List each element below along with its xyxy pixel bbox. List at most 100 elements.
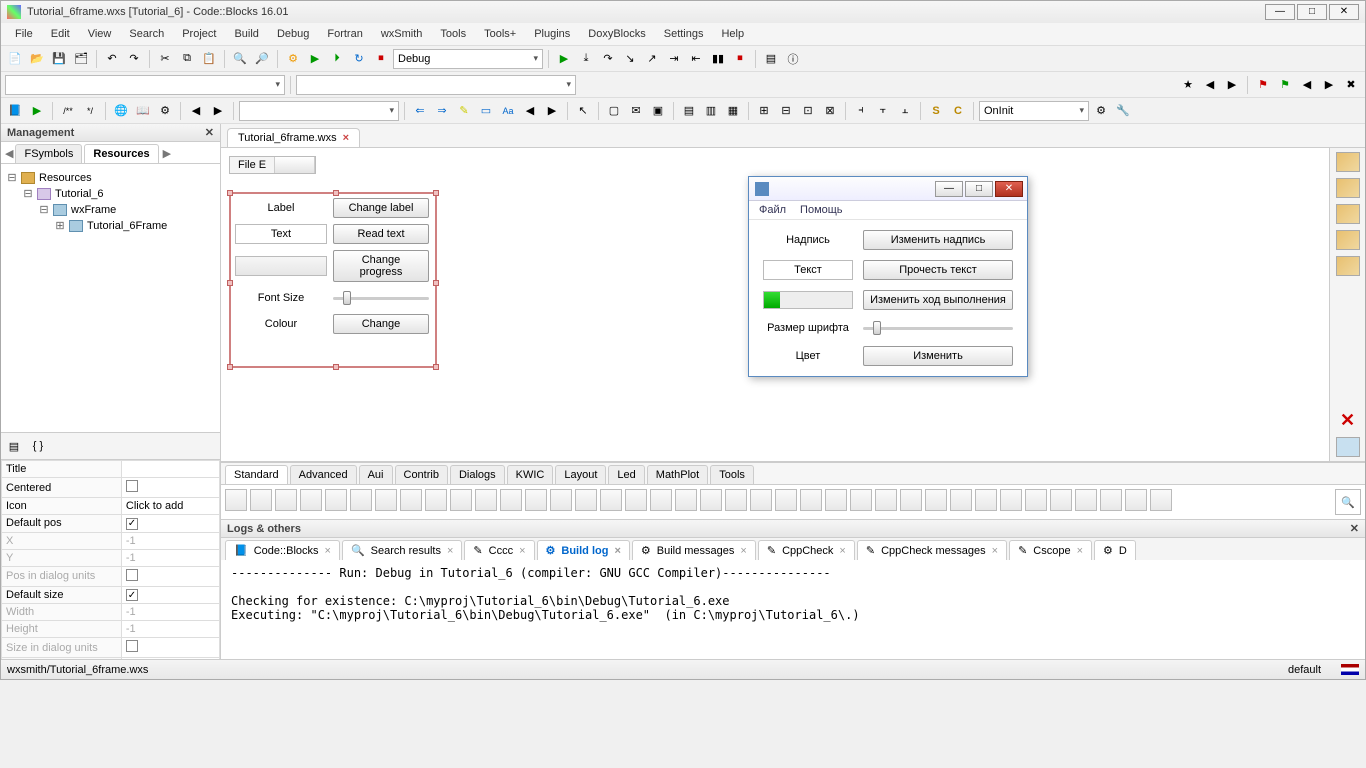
palette-widget-5[interactable] — [350, 489, 372, 511]
dock-tool4-icon[interactable] — [1336, 230, 1360, 250]
log-tab-buildmsg[interactable]: ⚙Build messages× — [632, 540, 756, 560]
prop-val[interactable]: ✓ — [121, 586, 219, 604]
designer-progress[interactable] — [235, 256, 327, 276]
find-icon[interactable]: 🔍 — [230, 49, 250, 69]
palette-widget-26[interactable] — [875, 489, 897, 511]
prop-key[interactable]: Width — [2, 604, 122, 621]
menu-edit[interactable]: Edit — [43, 25, 78, 43]
designer-label-font[interactable]: Font Size — [235, 288, 327, 308]
palette-tab-aui[interactable]: Aui — [359, 465, 393, 484]
align3-icon[interactable]: ⫠ — [895, 101, 915, 121]
designer-label-caption[interactable]: Label — [235, 198, 327, 218]
palette-widget-30[interactable] — [975, 489, 997, 511]
runtime-slider[interactable] — [863, 320, 1013, 336]
layout1-icon[interactable]: ▤ — [679, 101, 699, 121]
palette-widget-27[interactable] — [900, 489, 922, 511]
abort-icon[interactable]: ⏹ — [371, 49, 391, 69]
debug-windows-icon[interactable]: ▤ — [761, 49, 781, 69]
prop-val[interactable] — [121, 638, 219, 658]
palette-widget-14[interactable] — [575, 489, 597, 511]
log-tab-codeblocks[interactable]: 📘Code::Blocks× — [225, 540, 340, 560]
prop-key[interactable]: Default pos — [2, 515, 122, 533]
palette-widget-23[interactable] — [800, 489, 822, 511]
flag-clear-icon[interactable]: ✖ — [1341, 75, 1361, 95]
runtime-maximize-button[interactable]: □ — [965, 181, 993, 197]
flag-prev-icon[interactable]: ◀ — [1297, 75, 1317, 95]
prop-val[interactable]: Click to add — [121, 498, 219, 515]
grid4-icon[interactable]: ⊠ — [820, 101, 840, 121]
palette-widget-13[interactable] — [550, 489, 572, 511]
doxy-chm-icon[interactable]: 📖 — [133, 101, 153, 121]
select-icon[interactable]: ▭ — [476, 101, 496, 121]
layout3-icon[interactable]: ▦ — [723, 101, 743, 121]
arrow-right-icon[interactable]: ⇒ — [432, 101, 452, 121]
palette-widget-4[interactable] — [325, 489, 347, 511]
build-target-combo[interactable]: Debug — [393, 49, 543, 69]
log-output[interactable]: -------------- Run: Debug in Tutorial_6 … — [221, 560, 1365, 659]
rebuild-icon[interactable]: ↻ — [349, 49, 369, 69]
menu-debug[interactable]: Debug — [269, 25, 317, 43]
align1-icon[interactable]: ⫞ — [851, 101, 871, 121]
cut-icon[interactable]: ✂ — [155, 49, 175, 69]
open-file-icon[interactable]: 📂 — [27, 49, 47, 69]
designer-text-field[interactable]: Text — [235, 224, 327, 244]
palette-widget-34[interactable] — [1075, 489, 1097, 511]
menu-doxyblocks[interactable]: DoxyBlocks — [580, 25, 653, 43]
palette-widget-12[interactable] — [525, 489, 547, 511]
prop-val[interactable]: -1 — [121, 549, 219, 566]
break-icon[interactable]: ▮▮ — [708, 49, 728, 69]
redo-icon[interactable]: ↷ — [124, 49, 144, 69]
runtime-menu-file[interactable]: Файл — [759, 204, 786, 216]
logs-close-icon[interactable]: ✕ — [1350, 522, 1359, 535]
palette-widget-19[interactable] — [700, 489, 722, 511]
prop-val[interactable] — [121, 566, 219, 586]
prop-key[interactable]: Height — [2, 621, 122, 638]
palette-widget-29[interactable] — [950, 489, 972, 511]
palette-widget-28[interactable] — [925, 489, 947, 511]
palette-widget-8[interactable] — [425, 489, 447, 511]
designer-slider[interactable] — [333, 290, 429, 306]
tree-twisty-icon[interactable]: ⊟ — [23, 186, 33, 202]
designer-menu-preview[interactable] — [275, 157, 315, 173]
designer-btn-read-text[interactable]: Read text — [333, 224, 429, 244]
runtime-titlebar[interactable]: — □ ✕ — [749, 177, 1027, 201]
palette-widget-31[interactable] — [1000, 489, 1022, 511]
letter-s-icon[interactable]: S — [926, 101, 946, 121]
palette-tab-led[interactable]: Led — [608, 465, 644, 484]
flag-next-icon[interactable]: ▶ — [1319, 75, 1339, 95]
prop-grid-icon[interactable]: ▤ — [4, 436, 24, 456]
palette-widget-16[interactable] — [625, 489, 647, 511]
log-tab-cscope[interactable]: ✎Cscope× — [1009, 540, 1092, 560]
menu-plugins[interactable]: Plugins — [526, 25, 578, 43]
palette-widget-32[interactable] — [1025, 489, 1047, 511]
menu-wxsmith[interactable]: wxSmith — [373, 25, 431, 43]
palette-tab-layout[interactable]: Layout — [555, 465, 606, 484]
next-line-icon[interactable]: ↷ — [598, 49, 618, 69]
wx-new-icon[interactable]: ▢ — [604, 101, 624, 121]
tree-twisty-icon[interactable]: ⊞ — [55, 218, 65, 234]
palette-widget-33[interactable] — [1050, 489, 1072, 511]
tree-twisty-icon[interactable]: ⊟ — [39, 202, 49, 218]
menu-help[interactable]: Help — [713, 25, 752, 43]
palette-widget-2[interactable] — [275, 489, 297, 511]
menu-fortran[interactable]: Fortran — [319, 25, 370, 43]
editor-tab-close-icon[interactable]: × — [343, 132, 349, 144]
minimize-button[interactable]: — — [1265, 4, 1295, 20]
property-grid[interactable]: TitleCenteredIconClick to addDefault pos… — [1, 459, 220, 659]
designer-selection[interactable]: Label Change label Text Read text Change… — [229, 192, 437, 368]
palette-tab-tools[interactable]: Tools — [710, 465, 754, 484]
nav-fwd-icon[interactable]: ▶ — [208, 101, 228, 121]
runtime-btn-progress[interactable]: Изменить ход выполнения — [863, 290, 1013, 310]
nav-back-icon[interactable]: ◀ — [186, 101, 206, 121]
grid1-icon[interactable]: ⊞ — [754, 101, 774, 121]
stop-icon[interactable]: ⏹ — [730, 49, 750, 69]
grid3-icon[interactable]: ⊡ — [798, 101, 818, 121]
copy-icon[interactable]: ⧉ — [177, 49, 197, 69]
palette-widget-37[interactable] — [1150, 489, 1172, 511]
prev-match-icon[interactable]: ◀ — [520, 101, 540, 121]
palette-widget-36[interactable] — [1125, 489, 1147, 511]
palette-tab-standard[interactable]: Standard — [225, 465, 288, 484]
tree-form[interactable]: Tutorial_6Frame — [87, 218, 167, 234]
doxy-html-icon[interactable]: 🌐 — [111, 101, 131, 121]
bookmark-toggle-icon[interactable]: ★ — [1178, 75, 1198, 95]
